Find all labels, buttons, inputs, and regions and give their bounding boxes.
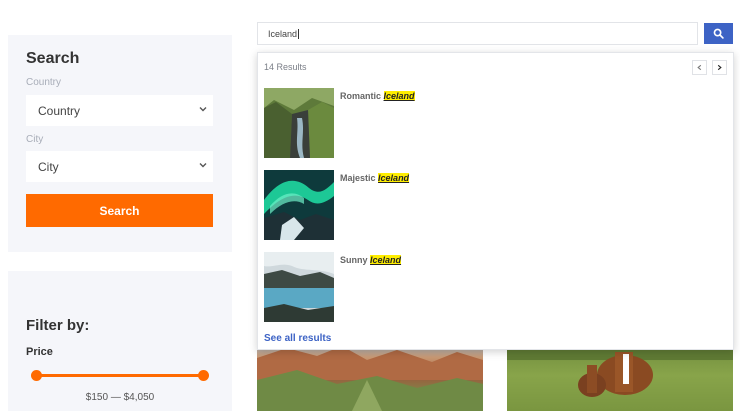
result-title-prefix: Sunny (340, 255, 368, 265)
canyon-illustration (257, 346, 483, 411)
result-title-highlight: Iceland (370, 255, 402, 265)
chevron-down-icon (199, 163, 207, 168)
search-icon (713, 28, 724, 39)
top-search-query: Iceland (268, 28, 298, 39)
result-title[interactable]: Majestic Iceland (340, 173, 410, 183)
chevron-down-icon (199, 107, 207, 112)
result-title[interactable]: Sunny Iceland (340, 255, 402, 265)
result-thumbnail[interactable] (264, 170, 334, 240)
result-item[interactable]: Romantic Iceland (264, 88, 724, 158)
waterfall-canyon-photo (264, 88, 334, 158)
text-caret (298, 28, 300, 39)
filter-title: Filter by: (26, 317, 90, 334)
search-results-dropdown: 14 Results Romantic Iceland Majestic Ice… (257, 52, 734, 350)
chevron-right-icon (717, 64, 722, 71)
result-thumbnail[interactable] (264, 252, 334, 322)
city-select-value: City (38, 159, 59, 174)
horse-listing-image[interactable] (507, 340, 733, 411)
top-search-input[interactable]: Iceland (257, 22, 698, 45)
search-panel: Search Country Country City City Search (8, 35, 232, 252)
price-slider-max-handle[interactable] (198, 370, 209, 381)
horse-illustration (507, 340, 733, 397)
results-count: 14 Results (264, 62, 307, 72)
price-range-value: $150 — $4,050 (85, 392, 155, 403)
filter-panel: Filter by: Price $150 — $4,050 (8, 271, 232, 411)
result-item[interactable]: Sunny Iceland (264, 252, 724, 322)
result-title-prefix: Majestic (340, 173, 376, 183)
price-slider-track[interactable] (36, 374, 203, 377)
price-slider-min-handle[interactable] (31, 370, 42, 381)
top-search-button[interactable] (704, 23, 733, 44)
city-select[interactable]: City (26, 151, 213, 182)
result-item[interactable]: Majestic Iceland (264, 170, 724, 240)
result-thumbnail[interactable] (264, 88, 334, 158)
results-next-button[interactable] (712, 60, 727, 75)
chevron-left-icon (697, 64, 702, 71)
country-label: Country (26, 77, 62, 88)
aurora-photo (264, 170, 334, 240)
result-title-highlight: Iceland (383, 91, 415, 101)
sidebar-search-button[interactable]: Search (26, 194, 213, 227)
result-title-highlight: Iceland (378, 173, 410, 183)
country-select[interactable]: Country (26, 95, 213, 126)
results-prev-button[interactable] (692, 60, 707, 75)
search-panel-title: Search (26, 50, 80, 67)
lagoon-photo (264, 252, 334, 322)
country-select-value: Country (38, 103, 81, 118)
price-label: Price (26, 346, 53, 358)
result-title-prefix: Romantic (340, 91, 382, 101)
city-label: City (26, 134, 44, 145)
see-all-results-link[interactable]: See all results (264, 333, 331, 344)
canyon-listing-image[interactable] (257, 340, 483, 411)
result-title[interactable]: Romantic Iceland (340, 91, 415, 101)
